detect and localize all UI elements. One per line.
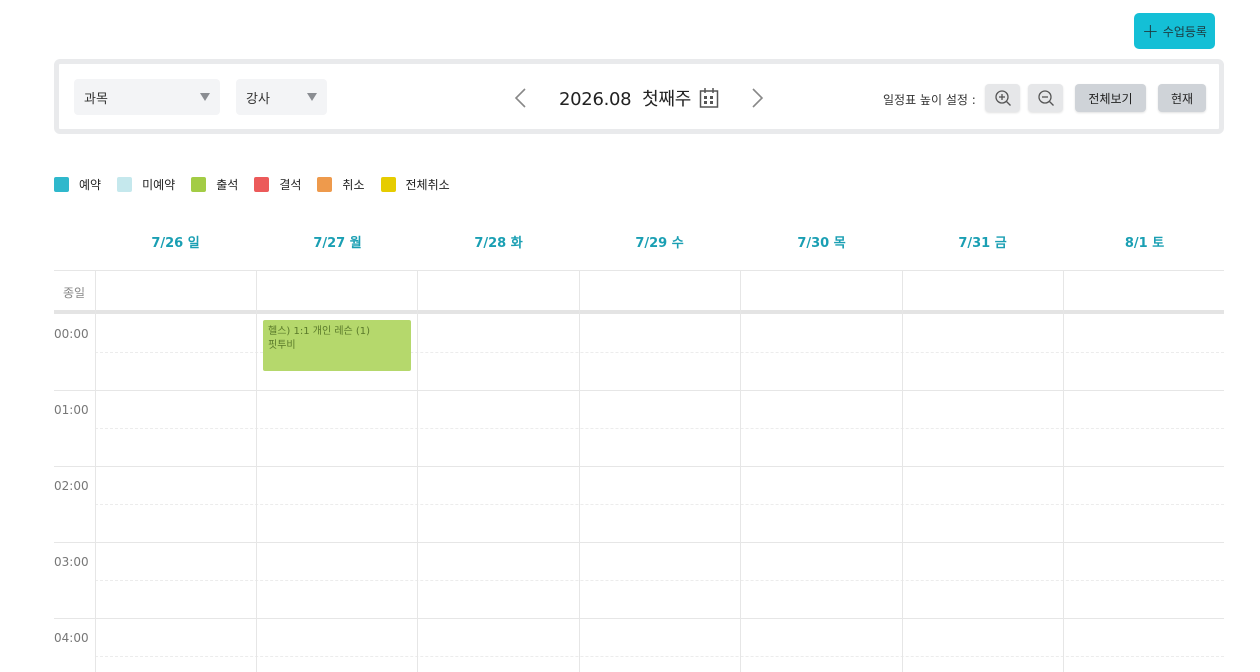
hour-line	[54, 618, 1224, 619]
day-header-fri: 7/31 금	[958, 236, 1007, 251]
legend-label: 전체취소	[405, 178, 450, 192]
subject-select[interactable]: 과목	[74, 79, 220, 115]
caret-down-icon	[307, 93, 317, 101]
allday-separator	[54, 310, 1224, 314]
day-header-mon: 7/27 월	[313, 236, 362, 251]
legend-item: 결석	[254, 176, 301, 193]
calendar-icon[interactable]	[699, 87, 719, 109]
time-label: 01:00	[54, 403, 89, 417]
zoom-in-button[interactable]	[985, 84, 1020, 112]
legend-label: 출석	[216, 178, 239, 192]
legend-swatch	[380, 177, 396, 192]
day-header-sat: 8/1 토	[1124, 236, 1165, 251]
legend-label: 미예약	[142, 178, 176, 192]
legend-item: 전체취소	[380, 176, 450, 193]
legend-swatch	[117, 177, 133, 192]
legend-label: 예약	[79, 178, 102, 192]
day-header-sun: 7/26 일	[151, 236, 200, 251]
chevron-right-icon	[752, 88, 764, 108]
time-label: 04:00	[54, 631, 89, 645]
column-divider	[902, 270, 903, 672]
current-button[interactable]: 현재	[1158, 84, 1206, 112]
view-all-button[interactable]: 전체보기	[1075, 84, 1146, 112]
legend-swatch	[317, 177, 333, 192]
legend-item: 미예약	[117, 176, 175, 193]
toolbar-panel: 과목 강사 2026.08 첫째주 일정표 높이 설정 : 전체보기 현재	[54, 59, 1224, 134]
half-hour-line	[95, 504, 1224, 505]
legend-swatch	[254, 177, 270, 192]
zoom-out-button[interactable]	[1028, 84, 1063, 112]
zoom-out-icon	[1037, 90, 1054, 106]
half-hour-line	[95, 580, 1224, 581]
grid-divider	[54, 270, 1224, 271]
legend-label: 취소	[342, 178, 365, 192]
prev-week-button[interactable]	[511, 86, 531, 110]
plus-icon: +	[1142, 19, 1159, 43]
next-week-button[interactable]	[747, 86, 767, 110]
column-divider	[256, 270, 257, 672]
subject-select-value: 과목	[84, 91, 108, 107]
height-setting-label: 일정표 높이 설정 :	[883, 93, 976, 107]
class-event[interactable]: 헬스) 1:1 개인 레슨 (1) 핏투비	[263, 320, 411, 371]
event-title: 헬스) 1:1 개인 레슨 (1)	[268, 326, 371, 337]
event-teacher: 핏투비	[268, 340, 296, 351]
time-label: 00:00	[54, 327, 89, 341]
legend-item: 출석	[191, 176, 238, 193]
hour-line	[54, 542, 1224, 543]
legend-swatch	[54, 177, 69, 192]
day-header-thu: 7/30 목	[797, 236, 846, 251]
legend-swatch	[191, 177, 207, 192]
day-header-tue: 7/28 화	[474, 236, 523, 251]
legend-label: 결석	[279, 178, 302, 192]
legend-item: 취소	[317, 176, 365, 193]
caret-down-icon	[200, 93, 210, 101]
hour-line	[54, 466, 1224, 467]
register-class-label: 수업등록	[1162, 24, 1207, 39]
teacher-select[interactable]: 강사	[236, 79, 327, 115]
column-divider	[579, 270, 580, 672]
status-legend: 예약 미예약 출석 결석 취소 전체취소	[54, 176, 466, 193]
time-label: 02:00	[54, 479, 89, 493]
chevron-left-icon	[514, 88, 526, 108]
hour-line	[54, 390, 1224, 391]
allday-label: 종일	[62, 286, 86, 300]
column-divider	[95, 270, 96, 672]
time-label: 03:00	[54, 555, 89, 569]
zoom-in-icon	[994, 90, 1011, 106]
column-divider	[740, 270, 741, 672]
day-header-wed: 7/29 수	[635, 236, 684, 251]
teacher-select-value: 강사	[246, 91, 270, 107]
half-hour-line	[95, 428, 1224, 429]
week-title: 2026.08 첫째주	[559, 89, 691, 110]
register-class-button[interactable]: + 수업등록	[1134, 13, 1215, 49]
half-hour-line	[95, 656, 1224, 657]
column-divider	[417, 270, 418, 672]
column-divider	[1063, 270, 1064, 672]
legend-item: 예약	[54, 176, 101, 193]
